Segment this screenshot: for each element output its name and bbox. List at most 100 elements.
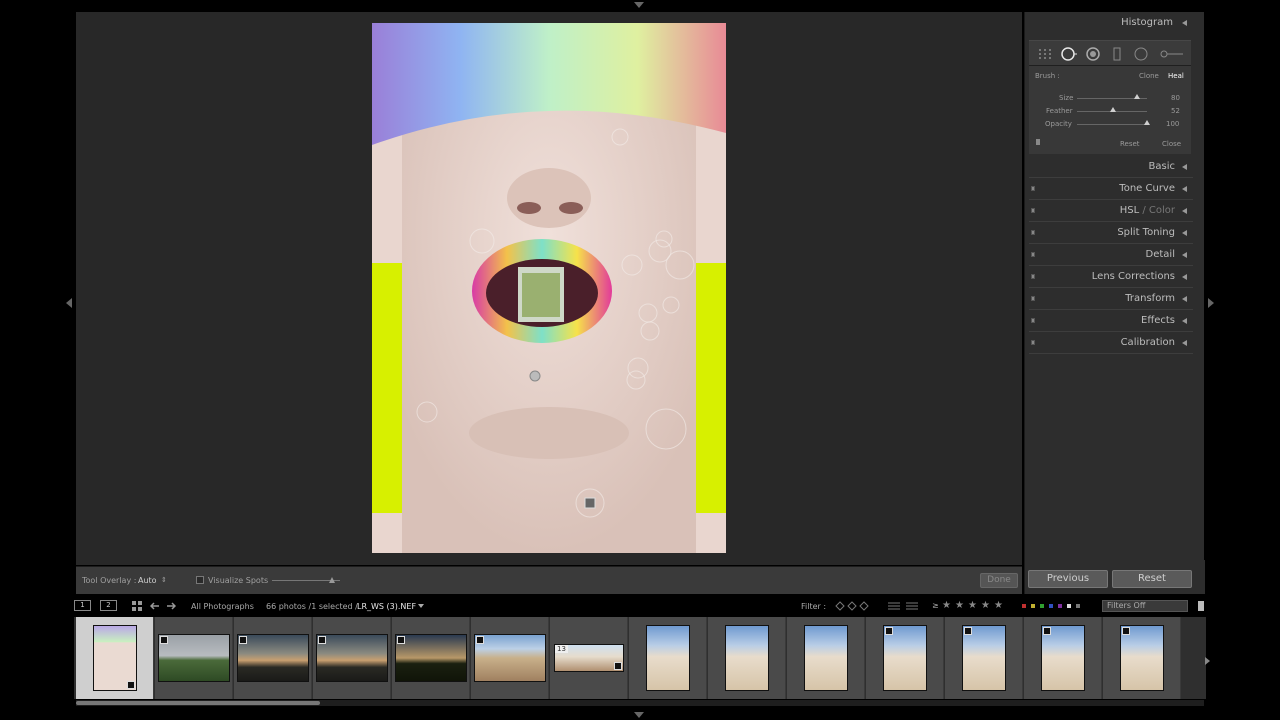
spot-removal-icon[interactable] bbox=[1061, 46, 1077, 62]
right-panel-toggle-icon[interactable] bbox=[1208, 298, 1214, 308]
star-3-icon[interactable]: ★ bbox=[968, 600, 977, 611]
spot-reset-button[interactable]: Reset bbox=[1120, 140, 1140, 148]
section-switch-icon[interactable] bbox=[1031, 340, 1035, 345]
page-2-button[interactable]: 2 bbox=[100, 600, 117, 611]
section-detail[interactable]: Detail bbox=[1029, 244, 1193, 266]
opacity-slider[interactable] bbox=[1077, 124, 1147, 125]
main-photo[interactable] bbox=[372, 23, 726, 553]
opacity-value[interactable]: 100 bbox=[1166, 120, 1179, 128]
spot-removal-panel: Brush : Clone Heal Size 80 Feather 52 Op… bbox=[1029, 66, 1191, 154]
edited-badge-icon bbox=[614, 662, 622, 670]
tool-overlay-chevron-icon[interactable]: ⇕ bbox=[161, 576, 167, 584]
section-switch-icon[interactable] bbox=[1031, 208, 1035, 213]
filmstrip-scrollbar[interactable] bbox=[76, 700, 1204, 706]
size-slider-handle[interactable] bbox=[1133, 94, 1140, 99]
graduated-filter-icon[interactable] bbox=[1109, 46, 1125, 62]
thumbnail-image bbox=[316, 634, 388, 682]
filmstrip-thumbnail[interactable] bbox=[392, 617, 470, 699]
section-lens-corrections[interactable]: Lens Corrections bbox=[1029, 266, 1193, 288]
filmstrip-thumbnail[interactable] bbox=[155, 617, 233, 699]
reset-button[interactable]: Reset bbox=[1112, 570, 1192, 588]
star-4-icon[interactable]: ★ bbox=[981, 600, 990, 611]
crop-badge-icon bbox=[964, 627, 972, 635]
section-effects[interactable]: Effects bbox=[1029, 310, 1193, 332]
filmstrip-thumbnail[interactable] bbox=[866, 617, 944, 699]
section-switch-icon[interactable] bbox=[1031, 318, 1035, 323]
green-label-filter-icon[interactable] bbox=[1040, 604, 1044, 608]
filters-dropdown[interactable]: Filters Off bbox=[1102, 600, 1188, 612]
spot-close-button[interactable]: Close bbox=[1162, 140, 1181, 148]
custom-label-filter-icon[interactable] bbox=[1067, 604, 1071, 608]
size-value[interactable]: 80 bbox=[1171, 94, 1180, 102]
section-switch-icon[interactable] bbox=[1031, 252, 1035, 257]
histogram-header[interactable]: Histogram bbox=[1029, 12, 1193, 34]
collapse-arrow-icon bbox=[1182, 252, 1187, 258]
filmstrip-thumbnail[interactable] bbox=[629, 617, 707, 699]
filmstrip-thumbnail[interactable]: 13 bbox=[550, 617, 628, 699]
filmstrip-thumbnail[interactable] bbox=[708, 617, 786, 699]
star-1-icon[interactable]: ★ bbox=[942, 600, 951, 611]
crop-grid-icon[interactable] bbox=[1037, 46, 1053, 62]
grid-view-icon[interactable] bbox=[132, 601, 142, 611]
filmstrip-thumbnail[interactable] bbox=[471, 617, 549, 699]
thumbnail-image bbox=[474, 634, 546, 682]
brush-label: Brush : bbox=[1035, 72, 1060, 80]
done-button[interactable]: Done bbox=[980, 573, 1018, 588]
filmstrip-thumbnail[interactable] bbox=[234, 617, 312, 699]
section-switch-icon[interactable] bbox=[1031, 296, 1035, 301]
section-transform[interactable]: Transform bbox=[1029, 288, 1193, 310]
section-basic[interactable]: Basic bbox=[1029, 156, 1193, 178]
feather-slider-handle[interactable] bbox=[1110, 107, 1117, 112]
section-switch-icon[interactable] bbox=[1031, 274, 1035, 279]
filter-lock-icon[interactable] bbox=[1198, 601, 1204, 611]
page-1-button[interactable]: 1 bbox=[74, 600, 91, 611]
filename-label[interactable]: LR_WS (3).NEF bbox=[357, 602, 416, 611]
no-label-filter-icon[interactable] bbox=[1076, 604, 1080, 608]
back-arrow-icon[interactable] bbox=[150, 601, 160, 611]
blue-label-filter-icon[interactable] bbox=[1049, 604, 1053, 608]
tool-overlay-select[interactable]: Auto bbox=[138, 576, 157, 585]
purple-label-filter-icon[interactable] bbox=[1058, 604, 1062, 608]
filmstrip-thumbnail[interactable] bbox=[1103, 617, 1181, 699]
previous-button[interactable]: Previous bbox=[1028, 570, 1108, 588]
star-2-icon[interactable]: ★ bbox=[955, 600, 964, 611]
section-split-toning[interactable]: Split Toning bbox=[1029, 222, 1193, 244]
size-label: Size bbox=[1059, 94, 1074, 102]
visualize-threshold-handle[interactable] bbox=[329, 577, 335, 583]
stack-count-badge[interactable]: 13 bbox=[555, 645, 568, 653]
filmstrip-thumbnail[interactable] bbox=[313, 617, 391, 699]
source-label[interactable]: All Photographs bbox=[191, 602, 254, 611]
forward-arrow-icon[interactable] bbox=[166, 601, 176, 611]
visualize-spots-checkbox[interactable] bbox=[196, 576, 204, 584]
section-calibration[interactable]: Calibration bbox=[1029, 332, 1193, 354]
adjustment-brush-icon[interactable] bbox=[1159, 46, 1185, 62]
section-hsl[interactable]: HSL / Color bbox=[1029, 200, 1193, 222]
clone-mode-button[interactable]: Clone bbox=[1139, 72, 1159, 80]
opacity-slider-handle[interactable] bbox=[1144, 120, 1150, 125]
edit-filter-icon[interactable] bbox=[886, 600, 922, 612]
flag-filter-icon[interactable] bbox=[834, 600, 874, 612]
section-switch-icon[interactable] bbox=[1031, 230, 1035, 235]
radial-filter-icon[interactable] bbox=[1133, 46, 1149, 62]
left-panel-toggle-icon[interactable] bbox=[66, 298, 72, 308]
filmstrip-thumbnail[interactable] bbox=[1024, 617, 1102, 699]
section-switch-icon[interactable] bbox=[1031, 186, 1035, 191]
scrollbar-thumb[interactable] bbox=[76, 701, 320, 705]
bottom-panel-toggle-icon[interactable] bbox=[634, 712, 644, 718]
red-label-filter-icon[interactable] bbox=[1022, 604, 1026, 608]
filmstrip-right-arrow-icon[interactable] bbox=[1205, 657, 1210, 665]
filename-dropdown-icon[interactable] bbox=[418, 604, 424, 608]
heal-mode-button[interactable]: Heal bbox=[1168, 72, 1184, 80]
filmstrip-thumbnail[interactable] bbox=[945, 617, 1023, 699]
feather-value[interactable]: 52 bbox=[1171, 107, 1180, 115]
filmstrip-thumbnail[interactable] bbox=[787, 617, 865, 699]
crop-badge-icon bbox=[1122, 627, 1130, 635]
panel-switch-icon[interactable] bbox=[1036, 139, 1040, 145]
top-panel-toggle-icon[interactable] bbox=[634, 2, 644, 8]
rating-operator[interactable]: ≥ bbox=[932, 601, 939, 610]
yellow-label-filter-icon[interactable] bbox=[1031, 604, 1035, 608]
filmstrip-thumbnail[interactable] bbox=[76, 617, 154, 699]
section-tone-curve[interactable]: Tone Curve bbox=[1029, 178, 1193, 200]
red-eye-icon[interactable] bbox=[1085, 46, 1101, 62]
star-5-icon[interactable]: ★ bbox=[994, 600, 1003, 611]
